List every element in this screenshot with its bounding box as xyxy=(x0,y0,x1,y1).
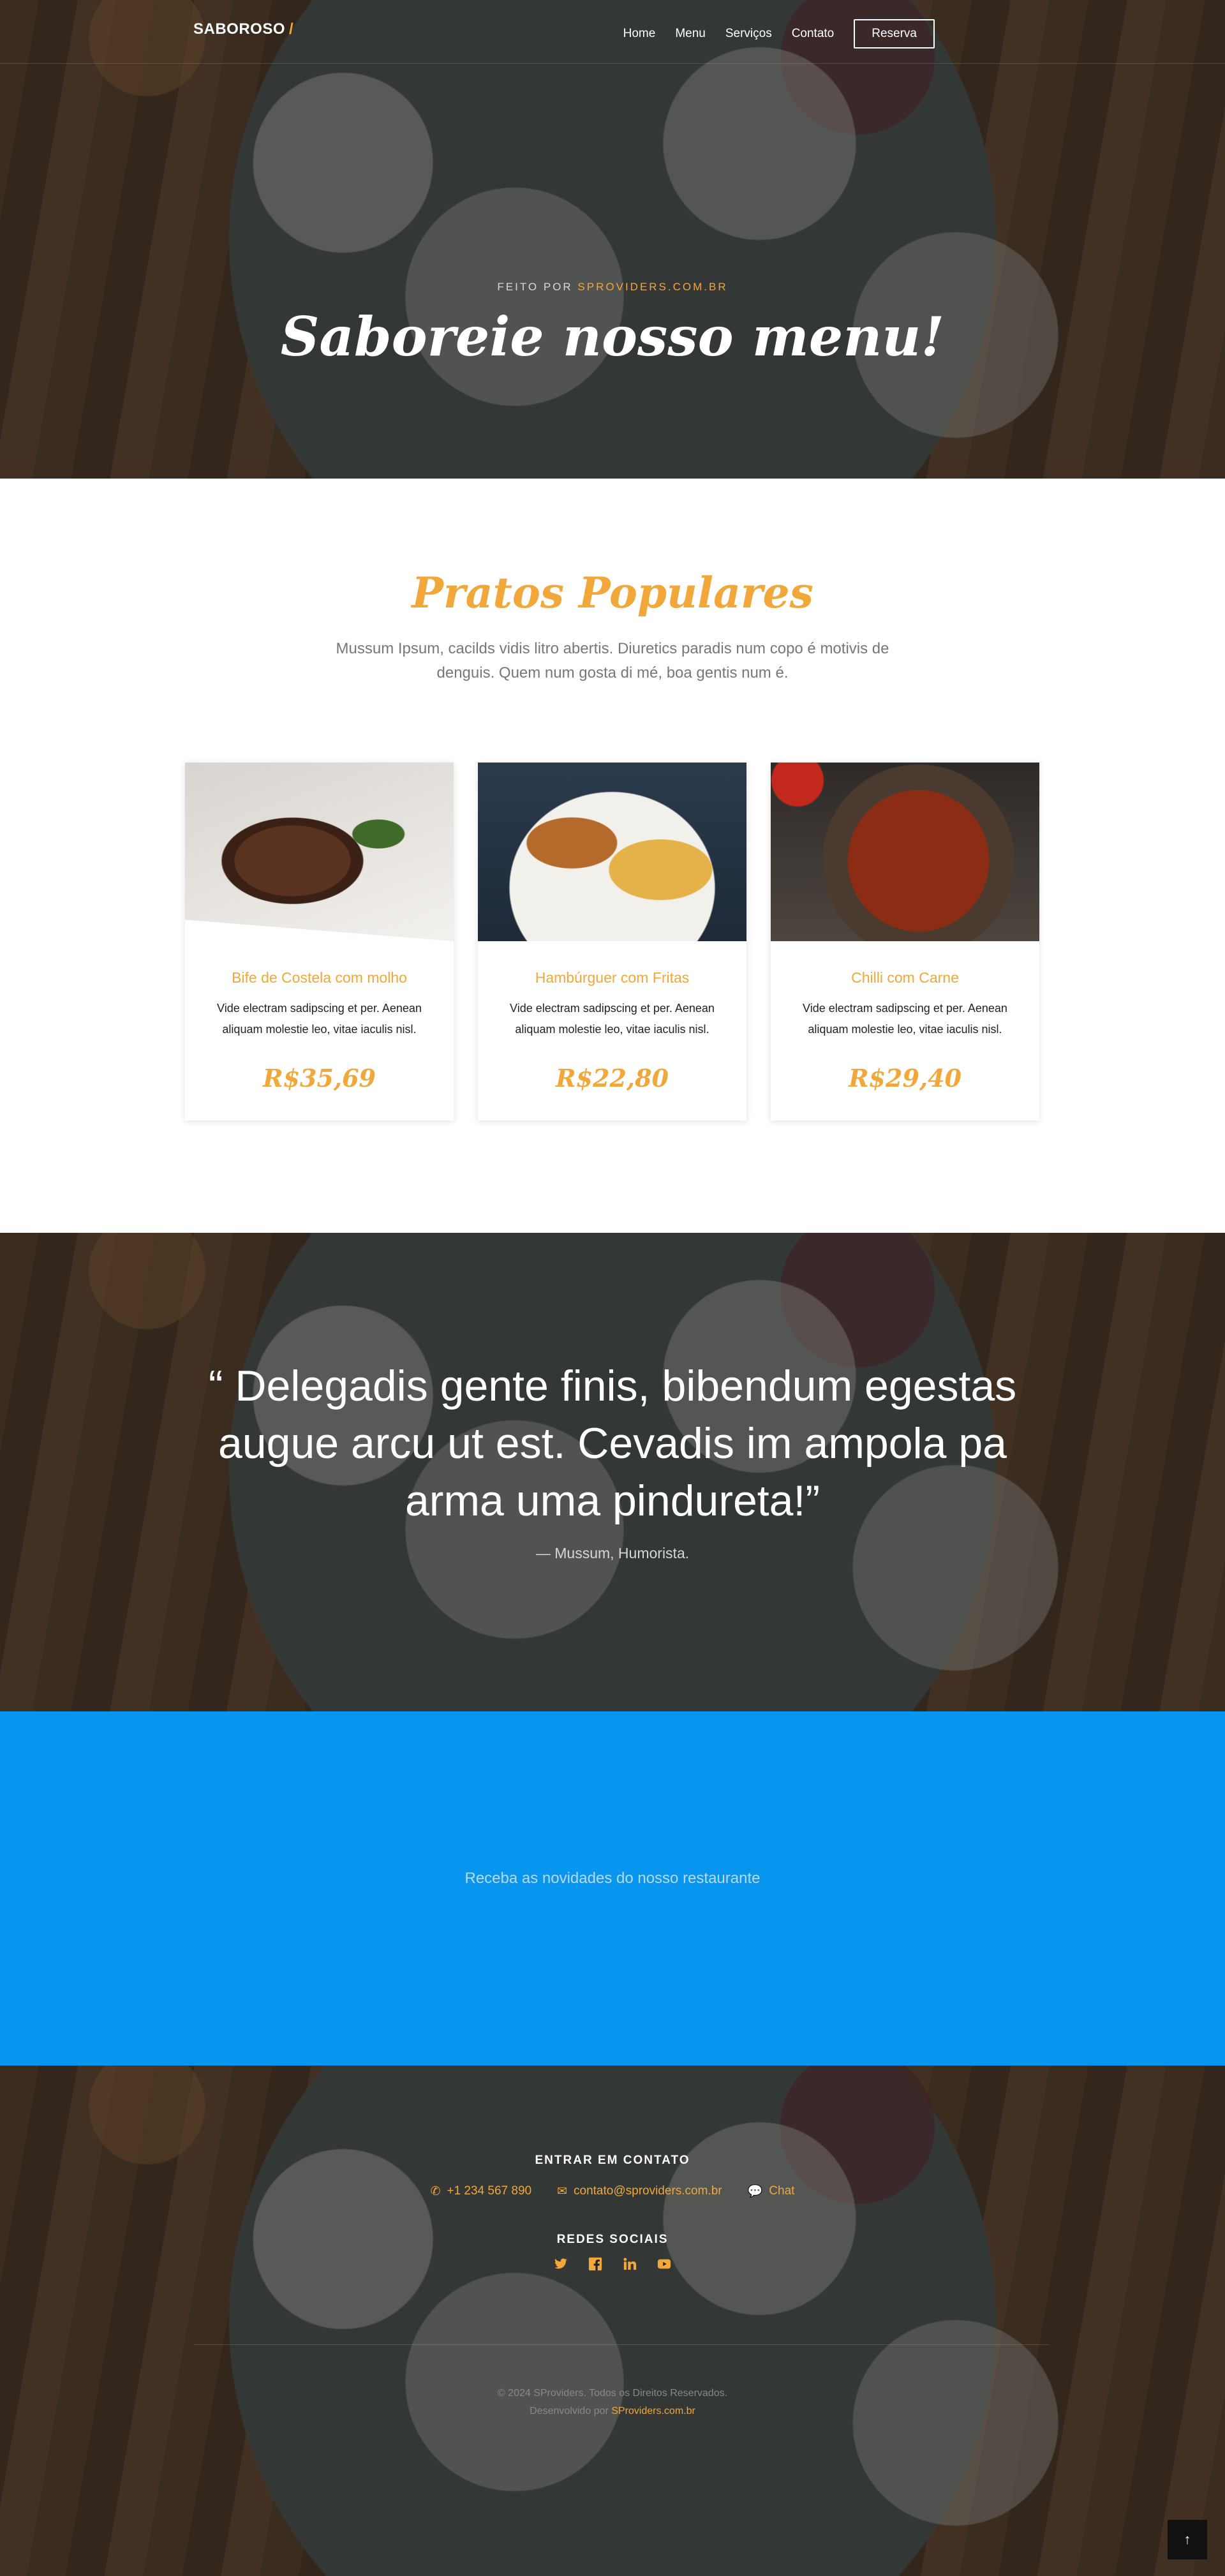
popular-description: Mussum Ipsum, cacilds vidis litro aberti… xyxy=(336,640,889,681)
dish-card[interactable]: Hambúrguer com Fritas Vide electram sadi… xyxy=(478,763,746,1120)
hero-section: SABOROSO / Home Menu Serviços Contato Res… xyxy=(0,0,1225,479)
dish-cards: Bife de Costela com molho Vide electram … xyxy=(185,763,1040,1120)
quote-author: — Mussum, Humorista. xyxy=(535,1545,690,1561)
dish-name: Bife de Costela com molho xyxy=(232,969,407,986)
nav-home[interactable]: Home xyxy=(623,27,656,41)
dish-price: R$29,40 xyxy=(848,1064,961,1092)
contact-heading: ENTRAR EM CONTATO xyxy=(535,2154,690,2167)
contact-list: ✆ +1 234 567 890 ✉ contato@sproviders.co… xyxy=(0,2184,1225,2199)
dish-card[interactable]: Chilli com Carne Vide electram sadipscin… xyxy=(771,763,1039,1120)
back-to-top-button[interactable]: ↑ xyxy=(1168,2520,1207,2559)
chat-text: Chat xyxy=(769,2184,795,2198)
copyright: © 2024 SProviders. Todos os Direitos Res… xyxy=(0,2385,1225,2420)
footer: ENTRAR EM CONTATO ✆ +1 234 567 890 ✉ con… xyxy=(0,2066,1225,2576)
hero-subtitle: FEITO POR SPROVIDERS.COM.BR xyxy=(0,281,1225,294)
nav-contact[interactable]: Contato xyxy=(792,27,835,41)
quote-section: “ Delegadis gente finis, bibendum egesta… xyxy=(0,1233,1225,1711)
hero-content: FEITO POR SPROVIDERS.COM.BR Saboreie nos… xyxy=(0,281,1225,368)
email-text: contato@sproviders.com.br xyxy=(574,2184,722,2198)
brand-accent: / xyxy=(289,20,294,38)
hero-subtitle-prefix: FEITO POR xyxy=(497,281,573,293)
youtube-icon[interactable] xyxy=(657,2257,672,2272)
phone-link[interactable]: ✆ +1 234 567 890 xyxy=(431,2184,532,2199)
quote-text: “ Delegadis gente finis, bibendum egesta… xyxy=(208,1362,1017,1525)
phone-icon: ✆ xyxy=(430,2184,441,2198)
twitter-icon[interactable] xyxy=(553,2257,568,2272)
chat-link[interactable]: 💬 Chat xyxy=(748,2184,795,2199)
brand-logo[interactable]: SABOROSO / xyxy=(193,20,293,38)
dish-image-chilli xyxy=(771,763,1039,941)
social-heading: REDES SOCIAIS xyxy=(556,2233,669,2246)
social-links xyxy=(0,2257,1225,2272)
developer-prefix: Desenvolvido por xyxy=(530,2406,609,2416)
dish-description: Vide electram sadipscing et per. Aenean … xyxy=(217,1002,422,1036)
arrow-up-icon: ↑ xyxy=(1184,2531,1191,2547)
dish-image-steak xyxy=(185,763,454,941)
footer-content: ENTRAR EM CONTATO ✆ +1 234 567 890 ✉ con… xyxy=(0,2066,1225,2576)
newsletter-text: Receba as novidades do nosso restaurante xyxy=(464,1870,761,1887)
dish-image-burger xyxy=(478,763,746,941)
chat-bubble-icon: 💬 xyxy=(747,2185,763,2198)
envelope-icon: ✉ xyxy=(557,2184,568,2198)
popular-section: Pratos Populares Mussum Ipsum, cacilds v… xyxy=(0,479,1225,1233)
copyright-text: © 2024 SProviders. Todos os Direitos Res… xyxy=(497,2388,728,2399)
dish-description: Vide electram sadipscing et per. Aenean … xyxy=(803,1002,1007,1036)
facebook-icon[interactable] xyxy=(588,2257,603,2272)
dish-name: Chilli com Carne xyxy=(851,969,959,986)
dish-price: R$35,69 xyxy=(262,1064,376,1092)
popular-title: Pratos Populares xyxy=(412,568,813,618)
dish-price: R$22,80 xyxy=(555,1064,669,1092)
hero-subtitle-link[interactable]: SPROVIDERS.COM.BR xyxy=(577,281,727,293)
hero-title: Saboreie nosso menu! xyxy=(280,305,945,368)
nav-services[interactable]: Serviços xyxy=(725,27,772,41)
developer-link[interactable]: SProviders.com.br xyxy=(611,2406,695,2416)
nav-menu[interactable]: Menu xyxy=(675,27,706,41)
brand-name: SABOROSO xyxy=(193,20,286,38)
nav-links: Home Menu Serviços Contato Reserva xyxy=(623,19,935,48)
dish-description: Vide electram sadipscing et per. Aenean … xyxy=(510,1002,715,1036)
reserve-button[interactable]: Reserva xyxy=(854,19,935,48)
linkedin-icon[interactable] xyxy=(622,2257,637,2272)
dish-name: Hambúrguer com Fritas xyxy=(535,969,690,986)
newsletter-section: Receba as novidades do nosso restaurante xyxy=(0,1711,1225,2066)
navbar: SABOROSO / Home Menu Serviços Contato Res… xyxy=(0,0,1225,64)
developer-credit: Desenvolvido por SProviders.com.br xyxy=(0,2402,1225,2420)
dish-card[interactable]: Bife de Costela com molho Vide electram … xyxy=(185,763,454,1120)
email-link[interactable]: ✉ contato@sproviders.com.br xyxy=(557,2184,722,2199)
quote-content: “ Delegadis gente finis, bibendum egesta… xyxy=(191,1357,1034,1562)
phone-text: +1 234 567 890 xyxy=(447,2184,532,2198)
footer-divider xyxy=(193,2344,1050,2345)
